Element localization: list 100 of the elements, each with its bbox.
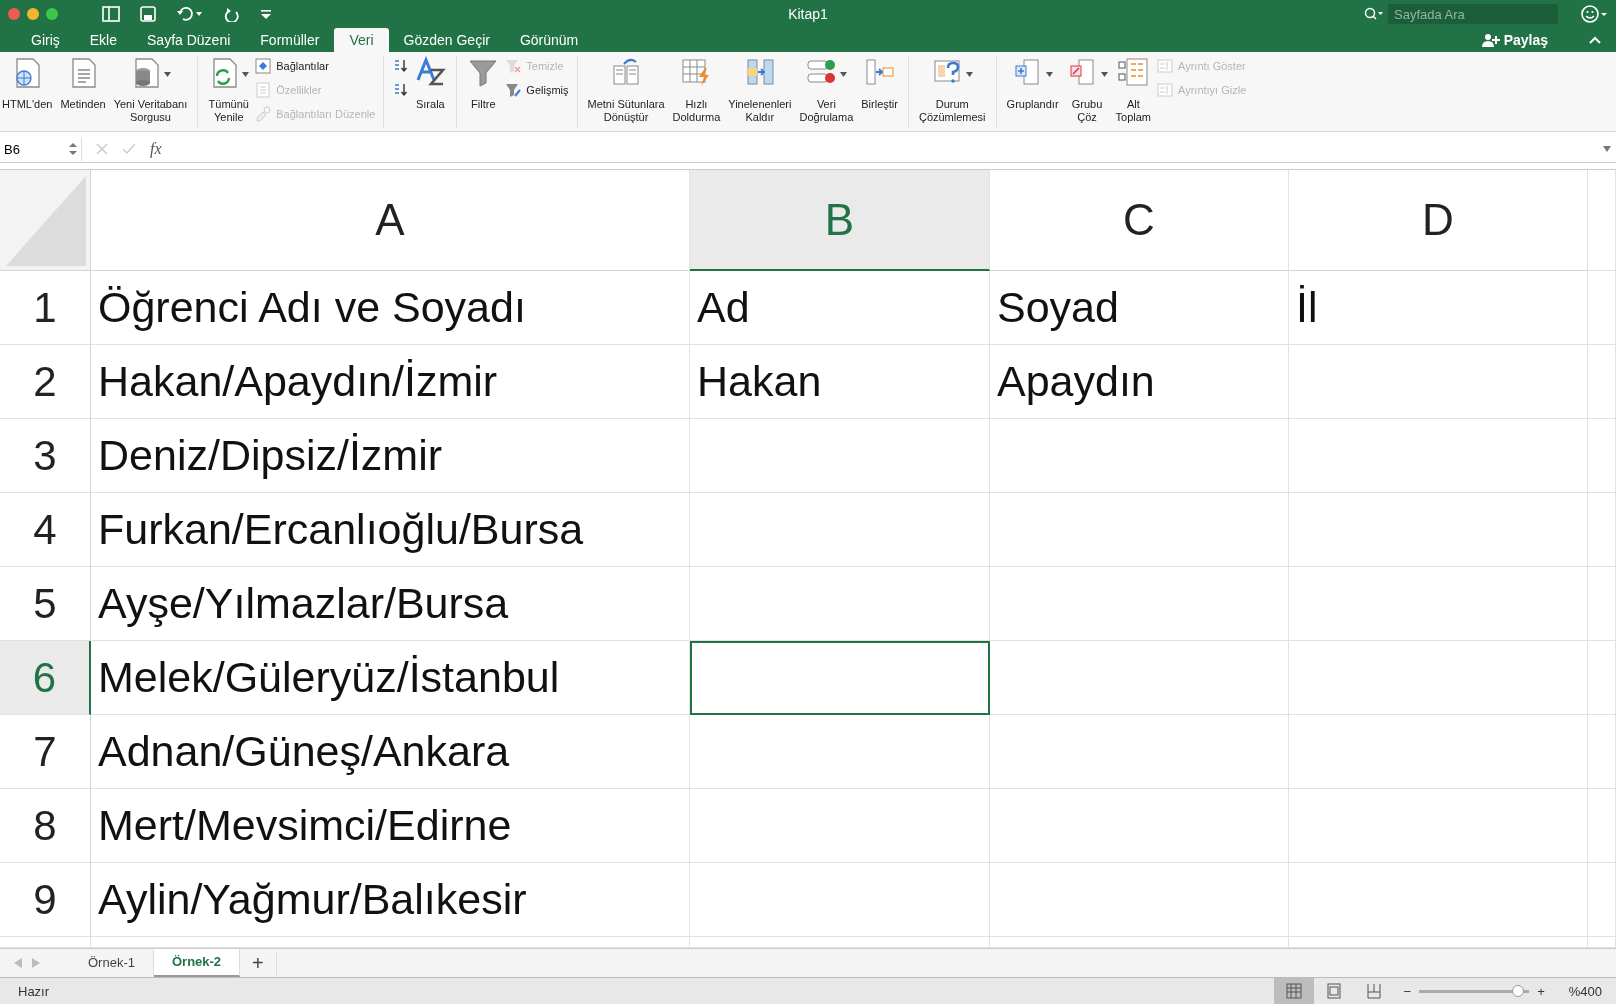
table-cell[interactable]: İl [1289, 271, 1588, 345]
ribbon-button[interactable]: Filtre [465, 56, 502, 111]
search-field[interactable]: Sayfada Ara [1388, 4, 1558, 24]
table-cell[interactable] [1289, 493, 1588, 567]
table-cell[interactable]: Soyad [990, 271, 1289, 345]
table-cell[interactable]: Apaydın [990, 345, 1289, 419]
ribbon-tab[interactable]: Ekle [74, 28, 132, 52]
row-header[interactable]: 1 [0, 271, 91, 345]
ribbon-button[interactable]: Sırala [412, 56, 449, 111]
table-cell[interactable]: Aylin/Yağmur/Balıkesir [91, 863, 690, 937]
ribbon-button[interactable]: Hızlı Doldurma [670, 56, 723, 124]
table-cell[interactable]: Mert/Mevsimci/Edirne [91, 789, 690, 863]
sheet-tab[interactable]: Örnek-2 [153, 949, 241, 977]
row-header[interactable]: 3 [0, 419, 91, 493]
table-cell[interactable] [690, 863, 990, 937]
table-cell[interactable] [990, 493, 1289, 567]
ribbon-button[interactable]: Yeni Veritabanı Sorgusu [111, 56, 190, 124]
ribbon-button[interactable]: Bağlantılar [255, 58, 376, 74]
ribbon-button[interactable]: Grubu Çöz [1064, 56, 1110, 124]
expand-icon[interactable] [1602, 145, 1612, 153]
row-header[interactable]: 7 [0, 715, 91, 789]
confirm-icon[interactable] [122, 143, 136, 155]
table-cell[interactable] [990, 419, 1289, 493]
redo-icon[interactable] [224, 6, 240, 22]
table-cell[interactable] [1588, 493, 1616, 567]
table-cell[interactable] [1588, 271, 1616, 345]
next-sheet-icon[interactable] [32, 958, 40, 968]
table-cell[interactable]: Öğrenci Adı ve Soyadı [91, 271, 690, 345]
table-cell[interactable]: Hakan [690, 345, 990, 419]
column-header[interactable]: B [690, 170, 990, 271]
sidebar-icon[interactable] [102, 6, 120, 22]
table-cell[interactable]: Melek/Güleryüz/İstanbul [91, 641, 690, 715]
ribbon-button[interactable]: Gelişmiş [505, 82, 569, 98]
ribbon-button[interactable]: Veri Doğrulama [797, 56, 856, 124]
row-header[interactable]: 4 [0, 493, 91, 567]
table-cell[interactable] [1588, 419, 1616, 493]
zoom-out-button[interactable]: − [1403, 983, 1412, 999]
table-cell[interactable] [990, 641, 1289, 715]
table-cell[interactable]: Ad [690, 271, 990, 345]
table-cell[interactable] [690, 493, 990, 567]
sheet-tab[interactable]: Örnek-1 [70, 950, 154, 976]
window-control-button[interactable] [46, 8, 58, 20]
search-icon[interactable] [1364, 7, 1384, 21]
table-cell[interactable] [1289, 789, 1588, 863]
ribbon-tab[interactable]: Gözden Geçir [388, 28, 505, 52]
window-control-button[interactable] [8, 8, 20, 20]
zoom-in-button[interactable]: + [1537, 983, 1545, 999]
smiley-icon[interactable] [1580, 4, 1608, 24]
table-cell[interactable] [1289, 641, 1588, 715]
ribbon-button[interactable]: Yinelenenleri Kaldır [726, 56, 794, 124]
collapse-icon[interactable] [1588, 35, 1602, 45]
table-cell[interactable]: Deniz/Dipsiz/İzmir [91, 419, 690, 493]
table-cell[interactable] [1588, 567, 1616, 641]
table-cell[interactable] [1289, 419, 1588, 493]
table-cell[interactable] [1588, 715, 1616, 789]
table-cell[interactable]: Furkan/Ercanlıoğlu/Bursa [91, 493, 690, 567]
table-cell[interactable] [1588, 863, 1616, 937]
ribbon-button[interactable]: Metinden [58, 56, 108, 111]
previous-sheet-icon[interactable] [14, 958, 22, 968]
table-cell[interactable] [1588, 345, 1616, 419]
ribbon-tab[interactable]: Formüller [245, 28, 335, 52]
table-cell[interactable] [1289, 863, 1588, 937]
table-cell[interactable] [1588, 789, 1616, 863]
add-sheet-button[interactable]: + [240, 951, 277, 975]
table-cell[interactable] [690, 789, 990, 863]
sort-ascending-icon[interactable] [392, 58, 409, 74]
cancel-icon[interactable] [96, 143, 108, 155]
ribbon-tab[interactable]: Sayfa Düzeni [132, 28, 246, 52]
row-header[interactable]: 8 [0, 789, 91, 863]
ribbon-button[interactable]: HTML'den [0, 56, 55, 111]
table-cell[interactable] [690, 567, 990, 641]
table-cell[interactable] [1289, 715, 1588, 789]
table-cell[interactable] [690, 641, 990, 715]
ribbon-button[interactable]: Alt Toplam [1113, 56, 1154, 124]
undo-icon[interactable] [176, 6, 204, 22]
slider-thumb[interactable] [1511, 985, 1524, 997]
ribbon-tab[interactable]: Giriş [16, 28, 75, 52]
table-cell[interactable]: Hakan/Apaydın/İzmir [91, 345, 690, 419]
ribbon-button[interactable]: Durum Çözümlemesi [916, 56, 988, 124]
share-button[interactable]: Paylaş [1481, 28, 1548, 52]
table-cell[interactable] [990, 567, 1289, 641]
ribbon-button[interactable]: Metni Sütunlara Dönüştür [585, 56, 667, 124]
ribbon-button[interactable]: Birleştir [859, 56, 900, 111]
sort-descending-icon[interactable] [392, 82, 409, 98]
table-cell[interactable]: Adnan/Güneş/Ankara [91, 715, 690, 789]
row-header[interactable]: 6 [0, 641, 91, 715]
window-control-button[interactable] [27, 8, 39, 20]
table-cell[interactable] [690, 419, 990, 493]
name-box[interactable]: B6 [0, 137, 82, 161]
column-header[interactable]: D [1289, 170, 1588, 271]
row-header[interactable]: 2 [0, 345, 91, 419]
customize-icon[interactable] [260, 8, 272, 20]
select-all-button[interactable] [0, 170, 91, 271]
save-icon[interactable] [140, 6, 156, 22]
ribbon-button[interactable]: Gruplandır [1004, 56, 1061, 111]
table-cell[interactable] [1588, 641, 1616, 715]
insert-function-button[interactable]: fx [150, 140, 162, 158]
column-header[interactable] [1588, 170, 1616, 271]
table-cell[interactable] [1289, 567, 1588, 641]
ribbon-button[interactable]: Tümünü Yenile [206, 56, 252, 124]
